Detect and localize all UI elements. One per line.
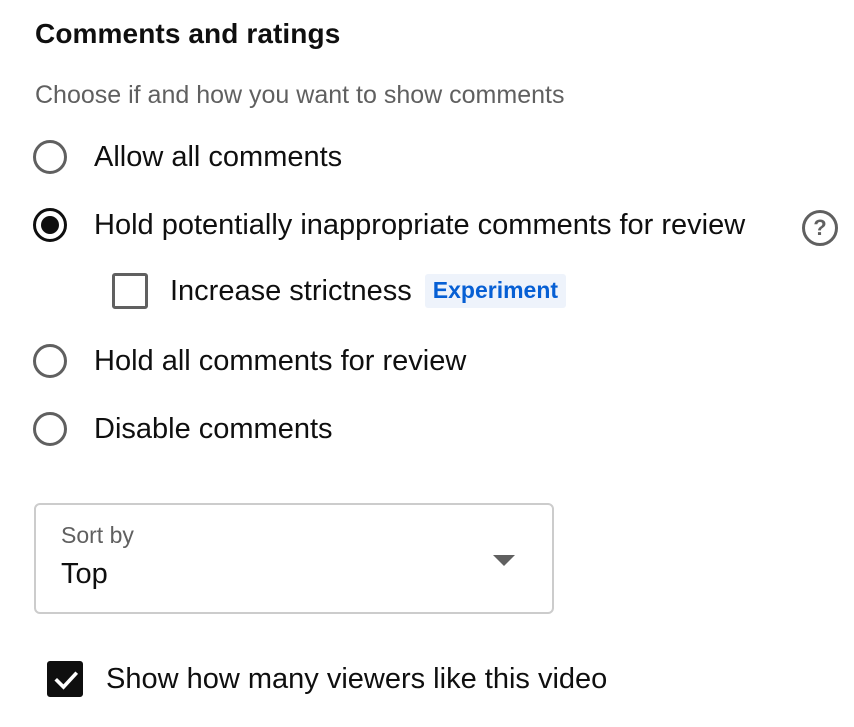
sort-by-label: Sort by bbox=[61, 522, 134, 548]
show-likes-checkbox[interactable] bbox=[47, 661, 83, 697]
radio-option-disable[interactable]: Disable comments bbox=[33, 407, 333, 451]
sort-by-dropdown[interactable]: Sort by Top bbox=[34, 503, 554, 614]
radio-label-allow-all: Allow all comments bbox=[94, 140, 343, 173]
radio-label-hold-all: Hold all comments for review bbox=[94, 344, 467, 377]
radio-button-hold-inappropriate[interactable] bbox=[33, 208, 67, 242]
radio-option-hold-inappropriate[interactable]: Hold potentially inappropriate comments … bbox=[33, 203, 745, 247]
section-subtitle: Choose if and how you want to show comme… bbox=[35, 81, 565, 109]
experiment-badge: Experiment bbox=[424, 274, 567, 308]
radio-button-allow-all[interactable] bbox=[33, 140, 67, 174]
radio-label-disable: Disable comments bbox=[94, 412, 333, 445]
radio-option-allow-all[interactable]: Allow all comments bbox=[33, 135, 342, 179]
increase-strictness-option[interactable]: Increase strictness Experiment bbox=[112, 270, 567, 312]
increase-strictness-checkbox[interactable] bbox=[112, 273, 148, 309]
sort-by-value: Top bbox=[61, 558, 108, 590]
show-likes-label: Show how many viewers like this video bbox=[106, 662, 608, 695]
radio-option-hold-all[interactable]: Hold all comments for review bbox=[33, 339, 466, 383]
comments-settings-panel: Comments and ratings Choose if and how y… bbox=[0, 0, 854, 727]
show-likes-option[interactable]: Show how many viewers like this video bbox=[47, 658, 607, 700]
increase-strictness-label: Increase strictness bbox=[170, 274, 412, 307]
dropdown-caret-icon bbox=[493, 555, 515, 566]
radio-button-hold-all[interactable] bbox=[33, 344, 67, 378]
help-circle-icon[interactable]: ? bbox=[802, 210, 838, 246]
checkmark-icon bbox=[54, 671, 79, 690]
radio-button-disable[interactable] bbox=[33, 412, 67, 446]
radio-label-hold-inappropriate: Hold potentially inappropriate comments … bbox=[94, 208, 746, 241]
section-title: Comments and ratings bbox=[35, 18, 341, 49]
